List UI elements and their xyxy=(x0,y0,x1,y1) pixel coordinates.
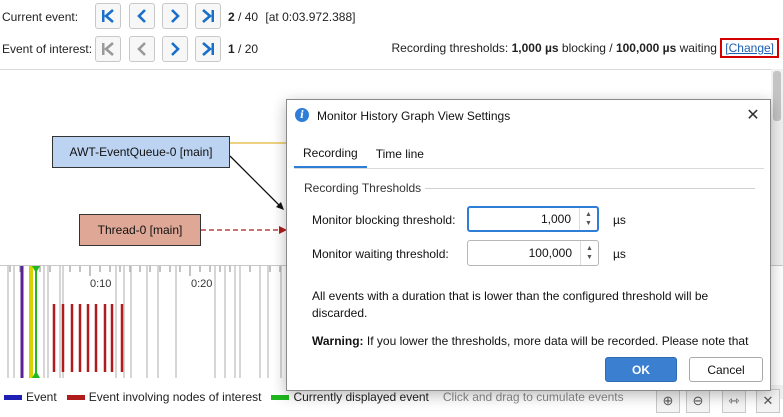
chevron-right-icon xyxy=(171,9,180,23)
dialog-title: Monitor History Graph View Settings xyxy=(317,108,511,123)
first-event-button[interactable] xyxy=(95,3,121,29)
chevron-left-icon xyxy=(137,9,146,23)
close-zoom-icon: ✕ xyxy=(762,393,774,408)
legend-label: Event involving nodes of interest xyxy=(88,390,262,404)
skip-last-icon xyxy=(202,9,214,23)
blocking-threshold-label: Monitor blocking threshold: xyxy=(312,213,456,227)
timeline-tick-label: 0:20 xyxy=(191,278,213,290)
fit-width-button[interactable]: ⇿ xyxy=(722,389,746,413)
reset-zoom-button[interactable]: ✕ xyxy=(756,389,780,413)
event-of-interest-label: Event of interest: xyxy=(2,42,93,56)
chevron-left-icon xyxy=(137,42,146,56)
waiting-threshold-spinner[interactable]: 100,000 ▲ ▼ xyxy=(467,240,599,266)
warning-label: Warning: xyxy=(312,334,364,348)
skip-first-icon xyxy=(102,42,114,56)
timeline-tick-label: 0:10 xyxy=(90,278,112,290)
tab-divider xyxy=(294,168,764,169)
legend-item-interest: Event involving nodes of interest xyxy=(66,390,262,404)
current-event-time: [at 0:03.972.388] xyxy=(265,10,356,24)
current-event-counter: 2 / 40 [at 0:03.972.388] xyxy=(228,10,355,24)
legend-swatch xyxy=(4,394,22,400)
chevron-right-icon xyxy=(171,42,180,56)
dialog-title-bar[interactable]: i Monitor History Graph View Settings ✕ xyxy=(287,100,770,131)
legend-label: Event xyxy=(26,390,57,404)
change-thresholds-link[interactable]: [Change] xyxy=(720,38,779,58)
spinner-arrows[interactable]: ▲ ▼ xyxy=(580,241,598,265)
warning-body: If you lower the thresholds, more data w… xyxy=(366,334,749,348)
tab-time-line[interactable]: Time line xyxy=(367,140,433,168)
recording-thresholds-summary: Recording thresholds: 1,000 µs blocking … xyxy=(391,38,779,58)
dialog-tabs: Recording Time line xyxy=(294,140,433,168)
current-event-index: 2 xyxy=(228,10,235,24)
interest-event-index: 1 xyxy=(228,42,235,56)
waiting-threshold-value: 100,000 µs xyxy=(615,41,677,55)
current-marker-icon xyxy=(32,371,40,378)
thresholds-prefix: Recording thresholds: xyxy=(391,41,509,55)
legend-item-event: Event xyxy=(4,390,57,404)
last-interest-button[interactable] xyxy=(195,36,221,62)
dialog-close-button[interactable]: ✕ xyxy=(744,106,762,124)
next-event-button[interactable] xyxy=(162,3,188,29)
app-icon: i xyxy=(295,108,309,122)
blocking-threshold-input[interactable]: 1,000 xyxy=(469,212,579,226)
current-marker-icon xyxy=(32,266,40,273)
skip-last-icon xyxy=(202,42,214,56)
previous-interest-button[interactable] xyxy=(129,36,155,62)
current-event-total: / 40 xyxy=(238,10,259,24)
waiting-threshold-input[interactable]: 100,000 xyxy=(468,246,580,260)
waiting-threshold-label: waiting xyxy=(679,41,717,55)
threshold-info-text: All events with a duration that is lower… xyxy=(312,289,709,320)
close-icon: ✕ xyxy=(746,107,760,124)
spinner-down-icon[interactable]: ▼ xyxy=(585,219,592,228)
legend-label: Currently displayed event xyxy=(293,390,429,404)
skip-first-icon xyxy=(102,9,114,23)
threshold-warning-text: Warning: If you lower the thresholds, mo… xyxy=(312,333,752,350)
blocking-threshold-label: blocking / xyxy=(561,41,613,55)
tab-recording[interactable]: Recording xyxy=(294,140,367,168)
waiting-threshold-label: Monitor waiting threshold: xyxy=(312,247,449,261)
zoom-in-button[interactable]: ⊕ xyxy=(656,389,680,413)
fit-width-icon: ⇿ xyxy=(728,393,740,408)
blocking-unit: µs xyxy=(613,213,626,227)
section-divider xyxy=(425,188,755,189)
legend-item-current: Currently displayed event xyxy=(271,390,429,404)
awt-to-monitor-arrow xyxy=(229,155,283,209)
blocking-threshold-spinner[interactable]: 1,000 ▲ ▼ xyxy=(467,206,599,232)
thread-node-thread0[interactable]: Thread-0 [main] xyxy=(79,214,201,246)
cancel-button[interactable]: Cancel xyxy=(689,357,763,382)
settings-dialog: i Monitor History Graph View Settings ✕ … xyxy=(286,99,771,391)
spinner-down-icon[interactable]: ▼ xyxy=(586,253,593,262)
spinner-arrows[interactable]: ▲ ▼ xyxy=(579,208,597,230)
ok-button[interactable]: OK xyxy=(605,357,677,382)
zoom-in-icon: ⊕ xyxy=(662,393,674,408)
zoom-out-icon: ⊖ xyxy=(692,393,704,408)
interest-event-counter: 1 / 20 xyxy=(228,42,258,56)
zoom-out-button[interactable]: ⊖ xyxy=(686,389,710,413)
next-interest-button[interactable] xyxy=(162,36,188,62)
blocking-threshold-value: 1,000 µs xyxy=(511,41,559,55)
legend-hint: Click and drag to cumulate events xyxy=(442,390,624,404)
spinner-up-icon[interactable]: ▲ xyxy=(585,210,592,219)
previous-event-button[interactable] xyxy=(129,3,155,29)
last-event-button[interactable] xyxy=(195,3,221,29)
current-event-label: Current event: xyxy=(2,10,79,24)
thread-node-awt[interactable]: AWT-EventQueue-0 [main] xyxy=(52,136,230,168)
section-title: Recording Thresholds xyxy=(304,181,422,195)
legend-swatch xyxy=(271,394,290,400)
interest-event-total: / 20 xyxy=(238,42,259,56)
waiting-unit: µs xyxy=(613,247,626,261)
first-interest-button[interactable] xyxy=(95,36,121,62)
spinner-up-icon[interactable]: ▲ xyxy=(586,244,593,253)
legend-swatch xyxy=(66,394,85,400)
scrollbar-thumb[interactable] xyxy=(773,71,781,121)
